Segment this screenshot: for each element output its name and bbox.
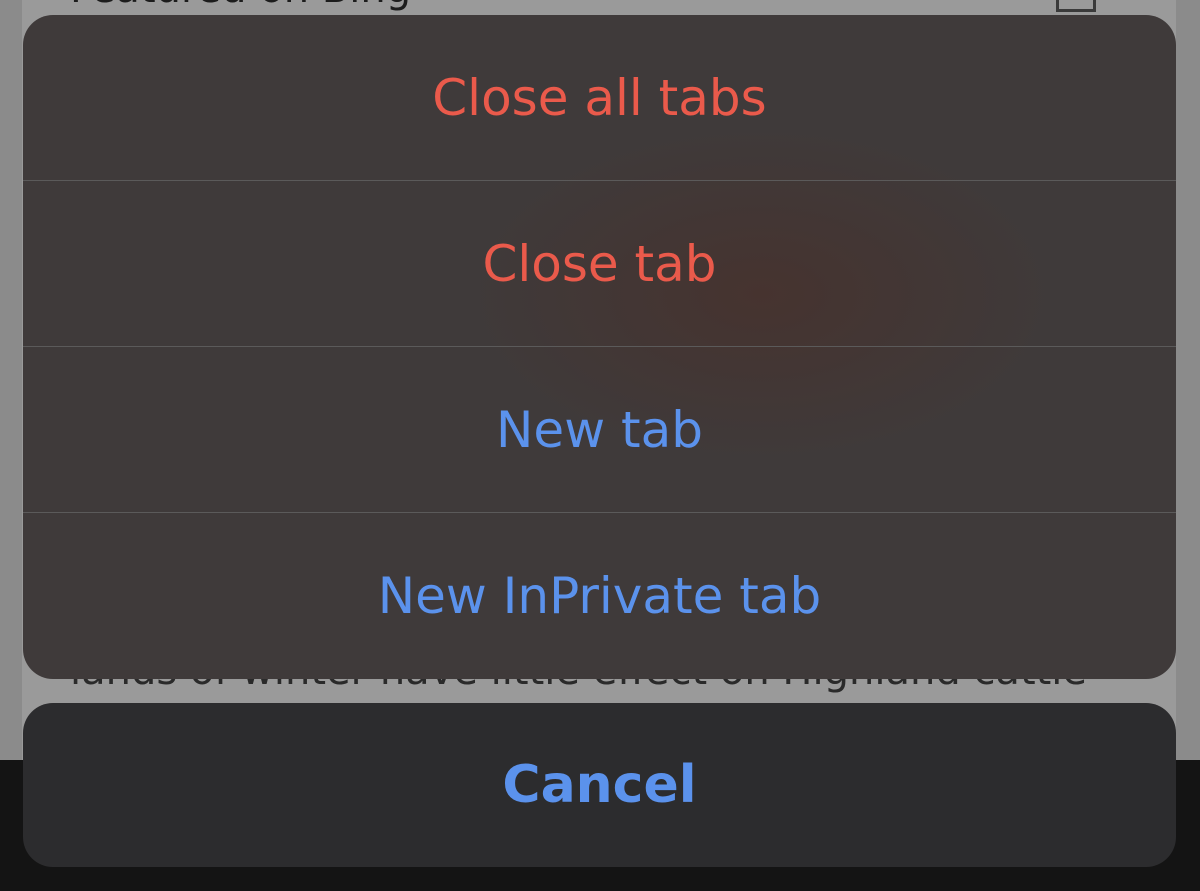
new-tab-button[interactable]: New tab: [23, 347, 1176, 513]
background-heading: Featured on Bing: [70, 0, 411, 12]
action-sheet: Close all tabs Close tab New tab New InP…: [23, 15, 1176, 679]
close-all-tabs-button[interactable]: Close all tabs: [23, 15, 1176, 181]
cancel-button[interactable]: Cancel: [502, 755, 696, 815]
new-inprivate-tab-button[interactable]: New InPrivate tab: [23, 513, 1176, 679]
cancel-group: Cancel: [23, 703, 1176, 867]
share-icon: [1056, 0, 1096, 12]
close-tab-button[interactable]: Close tab: [23, 181, 1176, 347]
